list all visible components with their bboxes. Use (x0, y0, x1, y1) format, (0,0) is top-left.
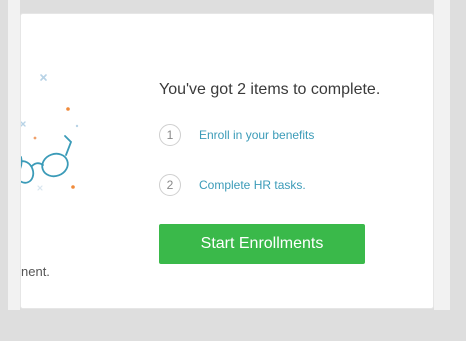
sparkle-cross-icon (37, 185, 43, 191)
complete-hr-tasks-link[interactable]: Complete HR tasks. (199, 178, 306, 192)
sparkle-cross-icon (20, 121, 26, 127)
step-item-complete-hr-tasks[interactable]: 2 Complete HR tasks. (159, 172, 306, 198)
start-enrollments-button[interactable]: Start Enrollments (159, 224, 365, 264)
step-item-enroll-benefits[interactable]: 1 Enroll in your benefits (159, 122, 314, 148)
enroll-benefits-link[interactable]: Enroll in your benefits (199, 128, 314, 142)
step-number-badge: 2 (159, 174, 181, 196)
sparkle-dot-icon (33, 136, 37, 140)
left-background-strip (8, 0, 20, 310)
enrollment-card: nent. You've got 2 items to complete. 1 … (13, 13, 434, 309)
step-number-badge: 1 (159, 124, 181, 146)
description-text: nent. (21, 264, 50, 279)
sparkle-cross-icon (40, 74, 47, 81)
glasses-icon (13, 135, 73, 184)
right-background-strip (434, 0, 450, 310)
sparkle-dot-icon (71, 185, 75, 189)
sparkle-dot-icon (75, 124, 79, 128)
sparkle-dot-icon (66, 107, 70, 111)
items-to-complete-heading: You've got 2 items to complete. (159, 81, 381, 98)
